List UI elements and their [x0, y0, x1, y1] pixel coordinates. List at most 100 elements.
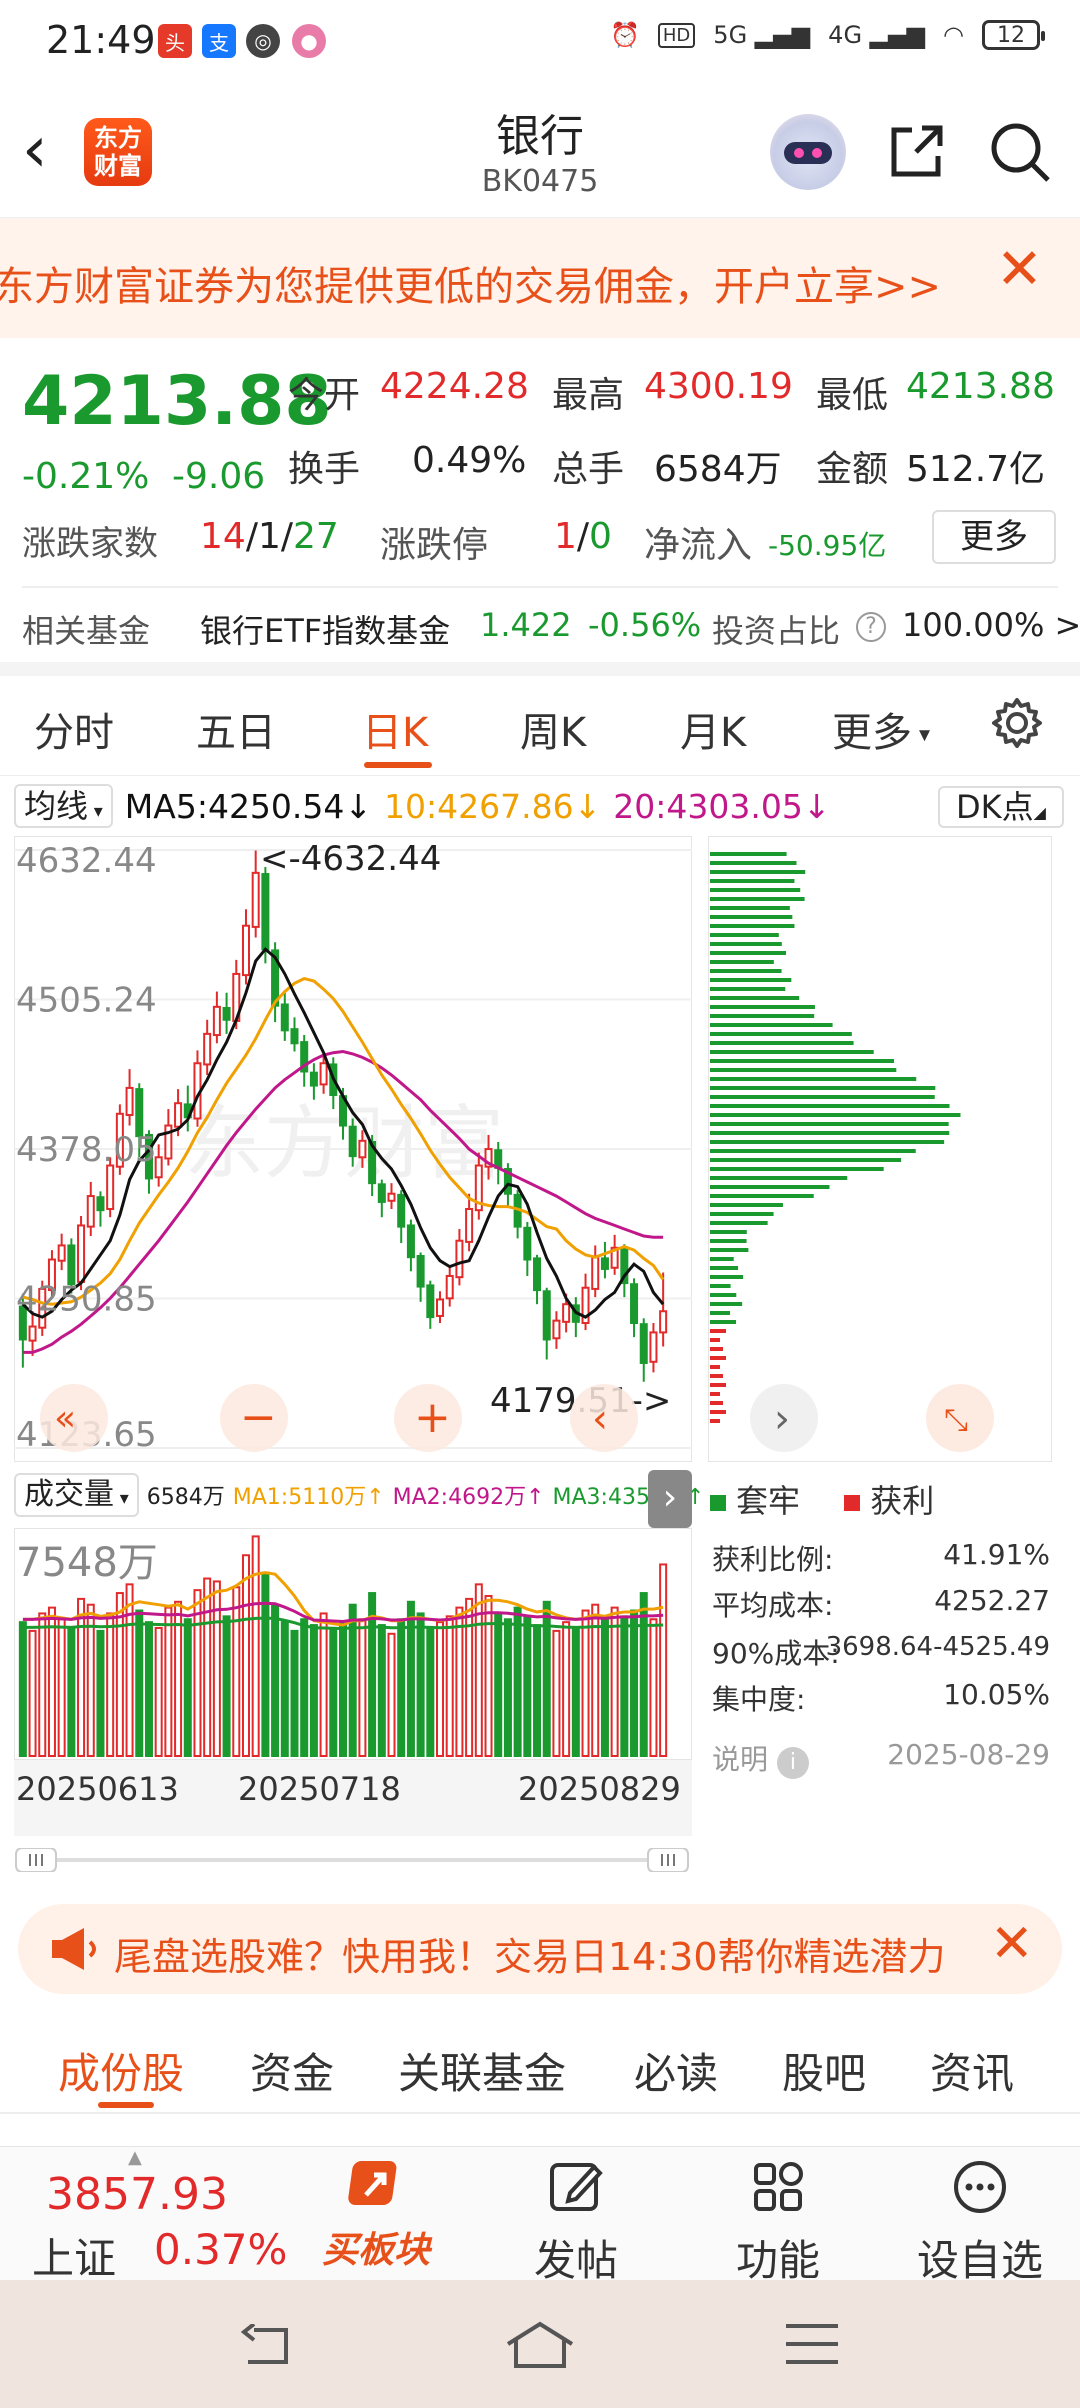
tab-monthly-k[interactable]: 月K — [680, 700, 746, 758]
candle — [309, 1071, 318, 1087]
info-icon: i — [776, 1747, 809, 1779]
divider — [22, 586, 1058, 588]
promo-text[interactable]: 东方财富证券为您提供更低的交易佣金，开户立享>> — [0, 254, 941, 312]
stat-label: 平均成本: — [712, 1589, 834, 1622]
signal-5g-label: 5G — [713, 21, 748, 49]
chip-bar — [710, 1122, 949, 1126]
stat-label: 90%成本: — [712, 1637, 840, 1670]
candle — [261, 873, 270, 951]
volume-bar — [600, 1618, 609, 1757]
more-dots-icon — [954, 2161, 1006, 2213]
edit-icon — [550, 2163, 603, 2211]
more-button[interactable]: 更多 — [932, 510, 1056, 564]
candle — [600, 1257, 609, 1270]
dk-point-button[interactable]: DK点◢ — [938, 786, 1064, 828]
volume-selector[interactable]: 成交量 ▾ — [14, 1473, 139, 1517]
index-change[interactable]: 0.37% — [154, 2225, 287, 2274]
index-name[interactable]: 上证 — [32, 2225, 116, 2286]
fund-name[interactable]: 银行ETF指数基金 — [200, 606, 450, 652]
chip-bar — [710, 1212, 774, 1216]
candle — [552, 1319, 561, 1340]
chip-bar — [710, 1329, 727, 1333]
back-nav-icon[interactable] — [240, 2324, 296, 2368]
menu-nav-icon[interactable] — [784, 2322, 840, 2366]
chip-bar — [710, 1275, 744, 1279]
tab-related-funds[interactable]: 关联基金 — [398, 2040, 566, 2101]
y-tick-label: 4250.85 — [16, 1280, 157, 1320]
tab-news[interactable]: 资讯 — [930, 2040, 1014, 2101]
candle — [96, 1196, 105, 1212]
netflow-label: 净流入 — [644, 525, 753, 566]
fund-label: 相关基金 — [22, 612, 151, 650]
share-icon[interactable] — [886, 122, 946, 182]
volume-bar — [106, 1612, 115, 1757]
chip-bar — [710, 1410, 726, 1414]
chip-bar — [710, 1095, 935, 1099]
buy-sector-button[interactable]: 买板块 — [306, 2157, 446, 2273]
chip-bar — [710, 1401, 723, 1405]
tab-intraday[interactable]: 分时 — [34, 700, 114, 758]
volume-bar — [309, 1624, 318, 1757]
vol-ma1-text: MA1:5110万 — [232, 1485, 367, 1510]
turnover-value: 0.49% — [412, 440, 527, 481]
chart-scrollbar[interactable] — [14, 1848, 690, 1872]
chip-bar — [710, 879, 795, 883]
tab-weekly-k[interactable]: 周K — [520, 700, 586, 758]
tab-forum[interactable]: 股吧 — [782, 2040, 866, 2101]
candle — [416, 1255, 425, 1288]
minus-icon: − — [240, 1392, 277, 1443]
help-icon[interactable]: ? — [856, 606, 886, 644]
ma-selector[interactable]: 均线 ▾ — [14, 784, 113, 828]
chip-bar — [710, 906, 790, 910]
close-icon[interactable]: ✕ — [990, 1918, 1034, 1970]
promo-banner[interactable]: 东方财富证券为您提供更低的交易佣金，开户立享>> ✕ — [0, 218, 1080, 338]
chip-bar — [710, 978, 792, 982]
ma-row: 均线 ▾ MA5:4250.54↓ 10:4267.86↓ 20:4303.05… — [14, 784, 831, 828]
volume-bar — [28, 1629, 37, 1757]
candle — [106, 1164, 115, 1210]
chip-distribution-chart[interactable]: › ⤡ — [708, 836, 1052, 1462]
tab-more[interactable]: 更多 ▾ — [832, 700, 930, 758]
current-price: 4213.88 — [22, 362, 332, 441]
search-icon[interactable] — [988, 120, 1052, 184]
limit-counts: 1/0 — [554, 516, 612, 557]
fund-ratio[interactable]: 100.00% > — [902, 606, 1080, 644]
tab-daily-k[interactable]: 日K — [362, 700, 428, 758]
vol-expand-button[interactable]: › — [648, 1470, 692, 1528]
chip-bar — [710, 1140, 945, 1144]
change-abs: -9.06 — [172, 456, 266, 497]
volume-bar — [222, 1615, 231, 1757]
right-icon: › — [774, 1396, 790, 1442]
volume-bar — [271, 1603, 280, 1758]
functions-button[interactable]: 功能 — [708, 2157, 848, 2288]
alipay-icon: 支 — [202, 24, 236, 58]
promo-mid-text[interactable]: 尾盘选股难？快用我！交易日14:30帮你精选潜力 — [114, 1926, 982, 1981]
settings-gear-icon[interactable] — [990, 696, 1044, 750]
y-tick-label: 4632.44 — [16, 841, 157, 881]
chip-bar — [710, 1302, 743, 1306]
tab-must-read[interactable]: 必读 — [634, 2040, 718, 2101]
tab-constituents[interactable]: 成份股 — [58, 2040, 184, 2101]
chip-bar — [710, 924, 795, 928]
add-watchlist-label: 设自选 — [916, 2236, 1043, 2285]
assistant-robot-icon[interactable] — [770, 114, 846, 190]
promo-banner-mid[interactable]: 尾盘选股难？快用我！交易日14:30帮你精选潜力 ✕ — [18, 1904, 1062, 1994]
y-tick-label: 4378.05 — [16, 1130, 157, 1170]
volume-selector-label: 成交量 — [24, 1477, 114, 1512]
post-button[interactable]: 发帖 — [506, 2157, 646, 2288]
content-tabs: 成份股 资金 关联基金 必读 股吧 资讯 — [0, 2010, 1080, 2114]
chip-note[interactable]: 说明 i — [712, 1738, 809, 1779]
home-nav-icon[interactable] — [504, 2320, 576, 2370]
buy-sector-icon — [348, 2161, 397, 2205]
volume-bar — [329, 1626, 338, 1757]
tab-funds-flow[interactable]: 资金 — [250, 2040, 334, 2101]
volume-chart[interactable]: 7548万 — [14, 1528, 692, 1760]
close-icon[interactable]: ✕ — [996, 242, 1043, 298]
kline-chart[interactable]: 东方财富 4632.444505.244378.054250.854123.65… — [14, 836, 692, 1462]
add-watchlist-button[interactable]: 设自选 — [910, 2157, 1050, 2288]
volume-bar — [552, 1629, 561, 1757]
profit-swatch — [844, 1495, 861, 1511]
tab-five-day[interactable]: 五日 — [196, 700, 276, 758]
chip-bar — [710, 1284, 731, 1288]
index-value[interactable]: 3857.93 — [46, 2169, 228, 2220]
